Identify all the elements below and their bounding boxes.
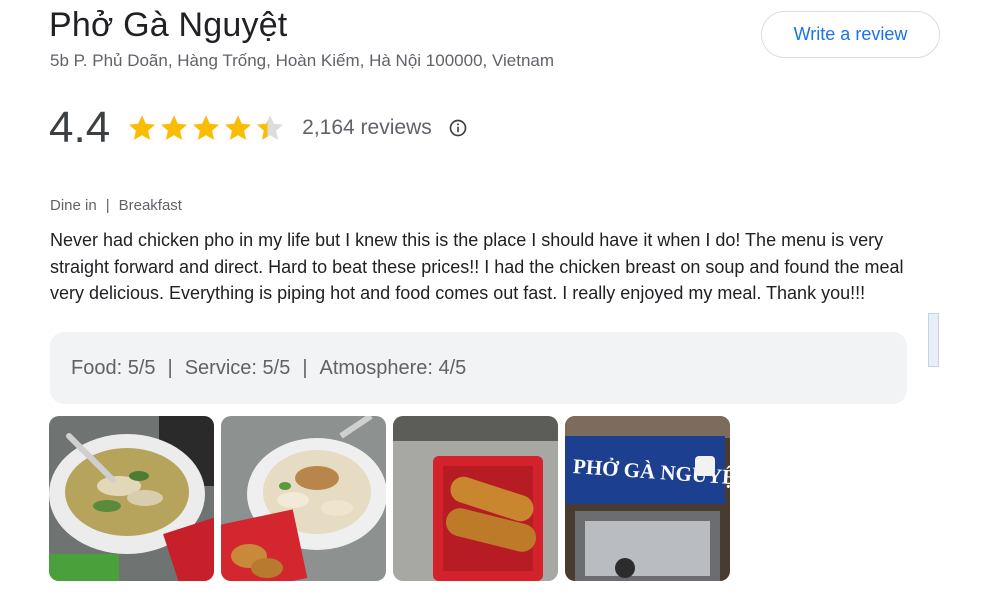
score-service: Service: 5/5 <box>184 356 291 379</box>
review-scores: Food: 5/5 | Service: 5/5 | Atmosphere: 4… <box>50 332 907 404</box>
tag-dine-in: Dine in <box>50 197 97 214</box>
star-icon <box>161 115 188 140</box>
tag-separator: | <box>105 197 110 214</box>
score-separator: | <box>167 356 173 379</box>
score-atmosphere: Atmosphere: 4/5 <box>319 356 467 379</box>
tag-breakfast: Breakfast <box>118 197 182 214</box>
review-tags: Dine in | Breakfast <box>50 197 182 214</box>
rating-value: 4.4 <box>49 103 111 152</box>
write-review-button[interactable]: Write a review <box>761 11 940 58</box>
place-title: Phở Gà Nguyệt <box>49 6 288 44</box>
reviews-count-link[interactable]: 2,164 reviews <box>302 116 432 140</box>
info-icon[interactable] <box>448 118 468 138</box>
rating-summary: 4.4 2,164 reviews <box>49 100 468 156</box>
score-food: Food: 5/5 <box>71 356 156 379</box>
photo-chicken-bowl[interactable] <box>221 416 386 581</box>
review-photos: PHỞ GÀ NGUYỆT <box>49 416 737 581</box>
photo-fried-dough[interactable] <box>393 416 558 581</box>
scrollbar-thumb[interactable] <box>928 313 939 367</box>
score-separator: | <box>302 356 308 379</box>
place-address: 5b P. Phủ Doãn, Hàng Trống, Hoàn Kiếm, H… <box>50 51 555 70</box>
review-text: Never had chicken pho in my life but I k… <box>50 230 904 303</box>
star-icon <box>257 115 284 140</box>
photo-pho-bowl[interactable] <box>49 416 214 581</box>
star-icon <box>225 115 252 140</box>
star-icon <box>193 115 220 140</box>
photo-storefront[interactable]: PHỞ GÀ NGUYỆT <box>565 416 730 581</box>
star-icon <box>129 115 156 140</box>
rating-stars <box>126 112 286 144</box>
